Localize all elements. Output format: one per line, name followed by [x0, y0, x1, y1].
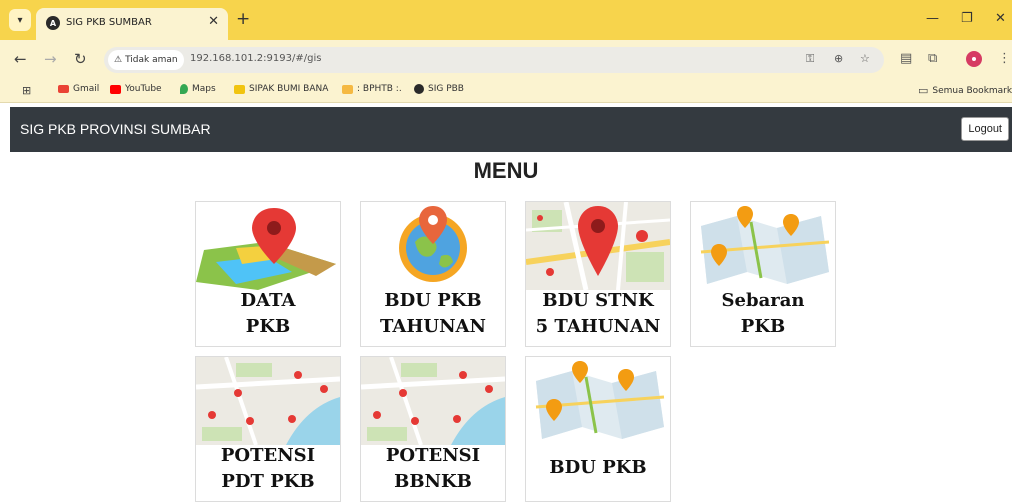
- city-map-icon: [361, 357, 505, 445]
- bphtb-icon: [342, 84, 353, 94]
- city-map-icon: [196, 357, 340, 445]
- folder-icon: ▭: [918, 84, 929, 97]
- card-label: POTENSI PDT PKB: [220, 445, 316, 492]
- logout-button[interactable]: Logout: [961, 117, 1009, 141]
- globe-pin-icon: [399, 206, 467, 282]
- minimize-icon[interactable]: —: [926, 11, 939, 26]
- card-label: DATA PKB: [240, 290, 296, 337]
- security-label: Tidak aman: [125, 55, 178, 65]
- card-label: POTENSI BBNKB: [385, 445, 481, 492]
- forward-icon[interactable]: →: [44, 50, 57, 68]
- url-text: 192.168.101.2:9193/#/gis: [190, 53, 322, 64]
- bookmarks-bar: ⊞ Gmail YouTube Maps SIPAK BUMI BANA : B…: [0, 78, 1012, 103]
- menu-heading: MENU: [473, 158, 539, 183]
- bookmark-sipak[interactable]: SIPAK BUMI BANA: [234, 84, 328, 94]
- address-bar[interactable]: ⚠ Tidak aman 192.168.101.2:9193/#/gis ⚿ …: [104, 47, 884, 73]
- browser-tab[interactable]: A SIG PKB SUMBAR ✕: [36, 8, 228, 40]
- youtube-icon: [110, 84, 121, 94]
- map-pin-icon: [196, 208, 336, 290]
- all-bookmarks[interactable]: ▭ Semua Bookmark: [918, 84, 1012, 97]
- menu-card-potensi-bbnkb[interactable]: POTENSI BBNKB: [360, 356, 506, 502]
- tab-search-icon[interactable]: ▾: [9, 9, 31, 31]
- menu-card-sebaran-pkb[interactable]: Sebaran PKB: [690, 201, 836, 347]
- bookmark-gmail[interactable]: Gmail: [58, 84, 99, 94]
- menu-card-bdu-pkb[interactable]: BDU PKB: [525, 356, 671, 502]
- folded-map-icon: [700, 206, 830, 284]
- warning-icon: ⚠: [114, 55, 123, 65]
- menu-card-data-pkb[interactable]: DATA PKB: [195, 201, 341, 347]
- angular-favicon-icon: A: [46, 16, 60, 30]
- reading-list-icon[interactable]: ▤: [900, 51, 912, 66]
- browser-titlebar: ▾ A SIG PKB SUMBAR ✕ + — ❐ ✕: [0, 0, 1012, 40]
- card-label: BDU PKB TAHUNAN: [380, 290, 486, 337]
- security-chip[interactable]: ⚠ Tidak aman: [108, 50, 184, 70]
- card-label: BDU PKB: [549, 457, 647, 478]
- brand-title[interactable]: SIG PKB PROVINSI SUMBAR: [20, 121, 211, 137]
- back-icon[interactable]: ←: [14, 50, 27, 68]
- apps-grid-icon[interactable]: ⊞: [22, 84, 31, 97]
- gmail-icon: [58, 85, 69, 93]
- menu-card-bdu-stnk-5-tahunan[interactable]: BDU STNK 5 TAHUNAN: [525, 201, 671, 347]
- reload-icon[interactable]: ↻: [74, 50, 87, 68]
- restore-icon[interactable]: ❐: [961, 11, 973, 26]
- bookmark-star-icon[interactable]: ☆: [860, 52, 870, 65]
- profile-avatar[interactable]: [966, 51, 982, 67]
- tab-close-icon[interactable]: ✕: [208, 14, 219, 29]
- bookmark-sig-pbb[interactable]: SIG PBB: [414, 84, 464, 94]
- browser-toolbar: ← → ↻ ⚠ Tidak aman 192.168.101.2:9193/#/…: [0, 40, 1012, 78]
- new-tab-icon[interactable]: +: [236, 9, 250, 29]
- extensions-icon[interactable]: ⧉: [928, 51, 937, 66]
- zoom-icon[interactable]: ⊕: [834, 52, 843, 65]
- angular-icon: [414, 84, 424, 94]
- card-label: BDU STNK 5 TAHUNAN: [535, 290, 661, 337]
- app-navbar: SIG PKB PROVINSI SUMBAR Logout: [10, 107, 1012, 152]
- card-label: Sebaran PKB: [721, 290, 805, 337]
- sipak-icon: [234, 84, 245, 94]
- more-menu-icon[interactable]: ⋮: [998, 51, 1011, 66]
- tab-title: SIG PKB SUMBAR: [66, 17, 152, 28]
- bookmark-bphtb[interactable]: : BPHTB :.: [342, 84, 402, 94]
- bookmark-maps[interactable]: Maps: [180, 84, 216, 94]
- menu-card-potensi-pdt-pkb[interactable]: POTENSI PDT PKB: [195, 356, 341, 502]
- password-key-icon[interactable]: ⚿: [806, 52, 814, 66]
- maps-icon: [180, 84, 188, 94]
- folded-map-icon: [535, 361, 665, 439]
- menu-card-bdu-pkb-tahunan[interactable]: BDU PKB TAHUNAN: [360, 201, 506, 347]
- window-close-icon[interactable]: ✕: [995, 11, 1006, 26]
- bookmark-youtube[interactable]: YouTube: [110, 84, 162, 94]
- city-map-icon: [526, 202, 670, 290]
